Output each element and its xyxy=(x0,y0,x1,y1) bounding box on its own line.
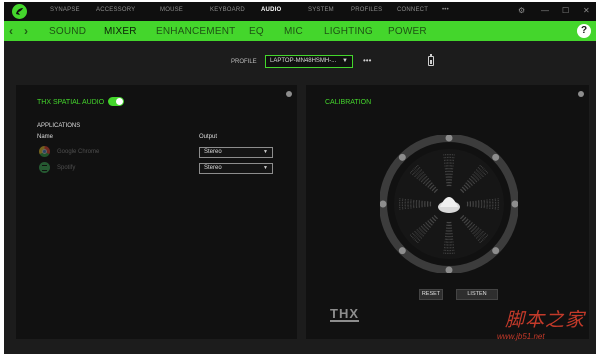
calibration-label: CALIBRATION xyxy=(325,99,372,106)
calibration-panel: CALIBRATION RESET LISTEN THX xyxy=(306,85,589,339)
info-icon[interactable] xyxy=(578,91,584,97)
speaker-calibration-wheel xyxy=(380,135,518,273)
watermark-url: www.jb51.net xyxy=(497,332,545,341)
app-name-spotify: Spotify xyxy=(57,165,76,171)
top-nav-bar: SYNAPSE ACCESSORY MOUSE KEYBOARD AUDIO S… xyxy=(4,2,596,21)
watermark-title: 脚本之家 xyxy=(505,309,586,331)
profile-more-icon[interactable]: ••• xyxy=(363,56,371,65)
profile-value: LAPTOP-MN48HSMH-... xyxy=(270,58,337,64)
speaker-dot[interactable] xyxy=(398,153,406,161)
top-nav-profiles[interactable]: PROFILES xyxy=(351,7,382,13)
maximize-icon[interactable]: ☐ xyxy=(562,6,569,16)
chevron-down-icon: ▼ xyxy=(263,149,268,155)
tab-mixer[interactable]: MIXER xyxy=(104,26,137,37)
battery-icon xyxy=(428,54,434,66)
tab-sound[interactable]: SOUND xyxy=(49,26,86,37)
mixer-panel: THX SPATIAL AUDIO APPLICATIONS Name Outp… xyxy=(16,85,297,339)
close-icon[interactable]: ✕ xyxy=(583,6,590,16)
minimize-icon[interactable]: — xyxy=(541,6,549,16)
output-dropdown-chrome[interactable]: Stereo ▼ xyxy=(199,147,273,158)
forward-arrow-icon[interactable]: › xyxy=(24,24,28,38)
tab-eq[interactable]: EQ xyxy=(249,26,264,37)
top-nav-synapse[interactable]: SYNAPSE xyxy=(50,7,80,13)
top-nav-connect[interactable]: CONNECT xyxy=(397,7,428,13)
top-nav-accessory[interactable]: ACCESSORY xyxy=(96,7,135,13)
top-nav-more-icon[interactable]: ••• xyxy=(442,7,449,13)
top-nav-system[interactable]: SYSTEM xyxy=(308,7,334,13)
tab-enhancement[interactable]: ENHANCEMENT xyxy=(156,26,235,37)
listen-button[interactable]: LISTEN xyxy=(456,289,498,300)
speaker-dot[interactable] xyxy=(398,247,406,255)
top-nav-audio[interactable]: AUDIO xyxy=(261,7,281,13)
tab-lighting[interactable]: LIGHTING xyxy=(324,26,373,37)
settings-gear-icon[interactable]: ⚙ xyxy=(518,6,525,16)
thx-spatial-audio-label: THX SPATIAL AUDIO xyxy=(37,99,105,106)
chevron-down-icon: ▼ xyxy=(342,58,348,64)
razer-synapse-window: SYNAPSE ACCESSORY MOUSE KEYBOARD AUDIO S… xyxy=(4,2,596,354)
output-value: Stereo xyxy=(204,165,222,171)
profile-dropdown[interactable]: LAPTOP-MN48HSMH-... ▼ xyxy=(265,55,353,68)
top-nav-keyboard[interactable]: KEYBOARD xyxy=(210,7,245,13)
speaker-dot[interactable] xyxy=(492,153,500,161)
razer-logo-icon[interactable] xyxy=(12,4,27,19)
chevron-down-icon: ▼ xyxy=(263,165,268,171)
sub-nav-bar: ‹ › SOUND MIXER ENHANCEMENT EQ MIC LIGHT… xyxy=(4,21,596,41)
back-arrow-icon[interactable]: ‹ xyxy=(9,24,13,38)
tab-mic[interactable]: MIC xyxy=(284,26,303,37)
applications-heading: APPLICATIONS xyxy=(37,123,81,129)
info-icon[interactable] xyxy=(286,91,292,97)
top-nav-mouse[interactable]: MOUSE xyxy=(160,7,183,13)
app-name-chrome: Google Chrome xyxy=(57,149,100,155)
speaker-dot[interactable] xyxy=(492,247,500,255)
profile-label: PROFILE xyxy=(231,59,257,65)
output-dropdown-spotify[interactable]: Stereo ▼ xyxy=(199,163,273,174)
column-header-output: Output xyxy=(199,134,218,140)
help-icon[interactable]: ? xyxy=(577,24,591,38)
tab-power[interactable]: POWER xyxy=(388,26,427,37)
spotify-icon xyxy=(39,162,50,173)
reset-button[interactable]: RESET xyxy=(419,289,443,300)
thx-spatial-audio-toggle[interactable] xyxy=(108,97,124,106)
thx-logo: THX xyxy=(330,306,359,322)
chrome-icon xyxy=(39,146,50,157)
column-header-name: Name xyxy=(37,134,54,140)
output-value: Stereo xyxy=(204,149,222,155)
